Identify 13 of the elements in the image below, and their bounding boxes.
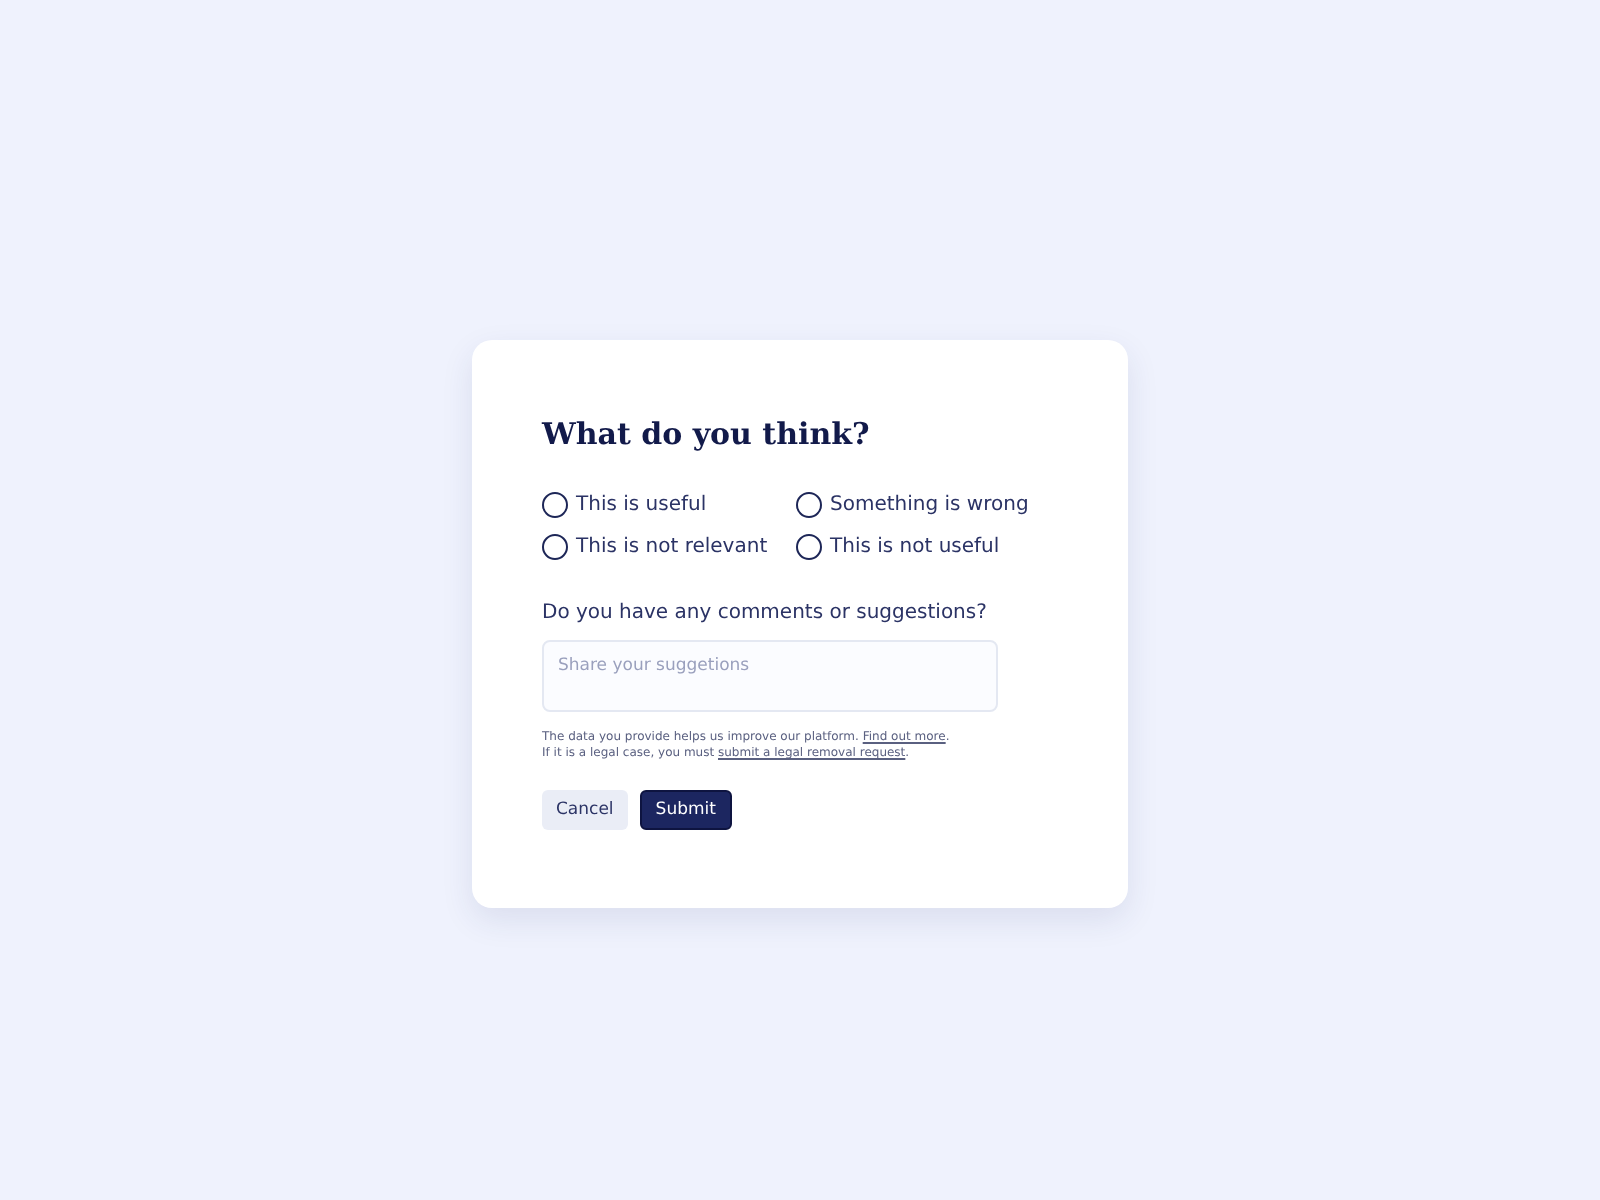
- dialog-title: What do you think?: [542, 416, 872, 452]
- radio-option[interactable]: Something is wrong: [796, 492, 1029, 518]
- comments-field[interactable]: Share your suggetions: [542, 640, 998, 712]
- submit-button[interactable]: Submit: [639, 790, 732, 830]
- radio-option[interactable]: This is useful: [542, 492, 707, 518]
- radio-icon[interactable]: [796, 492, 822, 518]
- radio-icon[interactable]: [796, 534, 822, 560]
- radio-icon[interactable]: [542, 492, 568, 518]
- radio-option[interactable]: This is not relevant: [542, 534, 768, 560]
- radio-icon[interactable]: [542, 534, 568, 560]
- comments-label: Do you have any comments or suggestions?: [542, 602, 989, 624]
- cancel-button[interactable]: Cancel: [542, 790, 628, 830]
- radio-option[interactable]: This is not useful: [796, 534, 1000, 560]
